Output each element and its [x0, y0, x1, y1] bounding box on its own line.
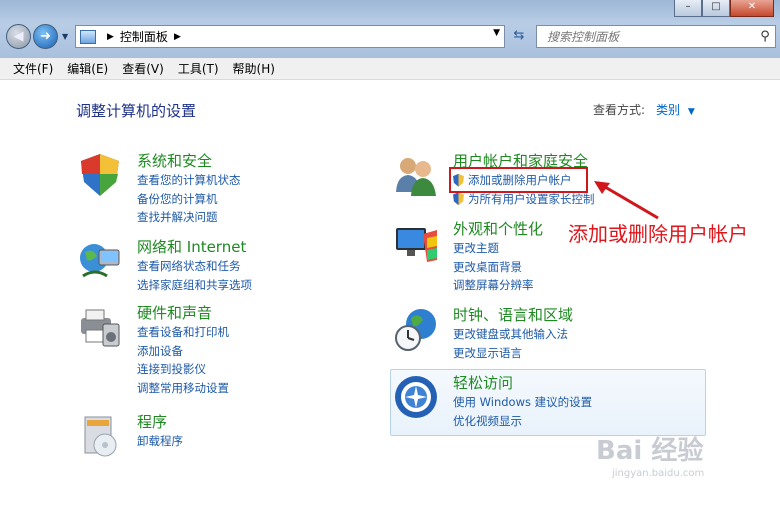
monitor-palette-icon[interactable]: [393, 220, 439, 266]
arrow-left-icon: ◀: [13, 29, 24, 44]
menu-help[interactable]: 帮助(H): [226, 60, 282, 77]
address-dropdown-icon[interactable]: ▼: [493, 28, 500, 38]
annotation-highlight-box: [449, 167, 588, 193]
link-uninstall-program[interactable]: 卸载程序: [137, 432, 183, 451]
chevron-down-icon: ▼: [687, 107, 695, 117]
uac-shield-icon: [453, 192, 464, 206]
ease-of-access-icon[interactable]: [393, 374, 439, 420]
category-title[interactable]: 硬件和声音: [137, 302, 212, 323]
navigation-buttons: ◀ ➜ ▼: [6, 24, 68, 49]
view-by-value: 类别: [656, 103, 681, 117]
category-title[interactable]: 外观和个性化: [453, 218, 543, 239]
annotation-arrow-icon: [594, 181, 659, 220]
search-icon[interactable]: ⚲: [755, 29, 775, 44]
link-add-device[interactable]: 添加设备: [137, 342, 229, 361]
link-troubleshoot[interactable]: 查找并解决问题: [137, 208, 241, 227]
search-input[interactable]: [545, 28, 755, 45]
link-view-computer-status[interactable]: 查看您的计算机状态: [137, 171, 241, 190]
link-homegroup-sharing[interactable]: 选择家庭组和共享选项: [137, 276, 252, 295]
refresh-button[interactable]: ⇆: [508, 25, 530, 46]
window-controls: – □ ✕: [674, 0, 774, 17]
breadcrumb-control-panel[interactable]: 控制面板: [120, 28, 168, 45]
close-button[interactable]: ✕: [730, 0, 774, 17]
breadcrumb-separator-icon[interactable]: ▶: [174, 32, 181, 42]
search-box[interactable]: ⚲: [536, 25, 776, 48]
link-change-display-language[interactable]: 更改显示语言: [453, 344, 568, 363]
view-by-label: 查看方式:: [593, 103, 646, 117]
link-optimize-visual-display[interactable]: 优化视频显示: [453, 412, 592, 431]
link-adjust-resolution[interactable]: 调整屏幕分辨率: [453, 276, 534, 295]
address-bar[interactable]: ▶ 控制面板 ▶ ▼: [75, 25, 505, 48]
link-change-keyboard-input[interactable]: 更改键盘或其他输入法: [453, 325, 568, 344]
link-change-theme[interactable]: 更改主题: [453, 239, 534, 258]
category-title[interactable]: 网络和 Internet: [137, 236, 246, 257]
link-mobility-settings[interactable]: 调整常用移动设置: [137, 379, 229, 398]
category-title[interactable]: 轻松访问: [453, 372, 513, 393]
page-title: 调整计算机的设置: [76, 102, 197, 120]
globe-network-icon[interactable]: [77, 238, 123, 284]
minimize-button[interactable]: –: [674, 0, 702, 17]
back-button[interactable]: ◀: [6, 24, 31, 49]
forward-button[interactable]: ➜: [33, 24, 58, 49]
control-panel-icon: [80, 29, 96, 44]
users-icon[interactable]: [393, 152, 439, 198]
menu-file[interactable]: 文件(F): [0, 60, 60, 77]
menu-tools[interactable]: 工具(T): [171, 60, 226, 77]
annotation-text: 添加或删除用户帐户: [568, 222, 748, 246]
menu-bar: 文件(F) 编辑(E) 查看(V) 工具(T) 帮助(H): [0, 58, 780, 80]
window-titlebar: – □ ✕ ◀ ➜ ▼ ▶ 控制面板 ▶ ▼ ⇆ ⚲: [0, 0, 780, 58]
category-title[interactable]: 程序: [137, 411, 167, 432]
maximize-button[interactable]: □: [702, 0, 730, 17]
category-title[interactable]: 系统和安全: [137, 150, 212, 171]
menu-view[interactable]: 查看(V): [115, 60, 171, 77]
clock-globe-icon[interactable]: [393, 306, 439, 352]
link-backup-computer[interactable]: 备份您的计算机: [137, 190, 241, 209]
watermark-url: jingyan.baidu.com: [612, 468, 705, 479]
watermark-logo: Bai 经验: [596, 436, 704, 466]
view-by-dropdown[interactable]: 类别 ▼: [656, 101, 695, 118]
category-title[interactable]: 时钟、语言和区域: [453, 304, 573, 325]
arrow-right-icon: ➜: [40, 29, 51, 44]
history-dropdown-icon[interactable]: ▼: [62, 32, 68, 41]
printer-icon[interactable]: [77, 304, 123, 350]
link-change-desktop-background[interactable]: 更改桌面背景: [453, 258, 534, 277]
menu-edit[interactable]: 编辑(E): [60, 60, 115, 77]
shield-icon[interactable]: [77, 152, 123, 198]
link-connect-projector[interactable]: 连接到投影仪: [137, 360, 229, 379]
refresh-icon: ⇆: [513, 28, 525, 43]
link-recommended-settings[interactable]: 使用 Windows 建议的设置: [453, 393, 592, 412]
link-devices-printers[interactable]: 查看设备和打印机: [137, 323, 229, 342]
link-view-network-status[interactable]: 查看网络状态和任务: [137, 257, 252, 276]
breadcrumb-separator-icon[interactable]: ▶: [107, 32, 114, 42]
programs-icon[interactable]: [77, 413, 123, 459]
